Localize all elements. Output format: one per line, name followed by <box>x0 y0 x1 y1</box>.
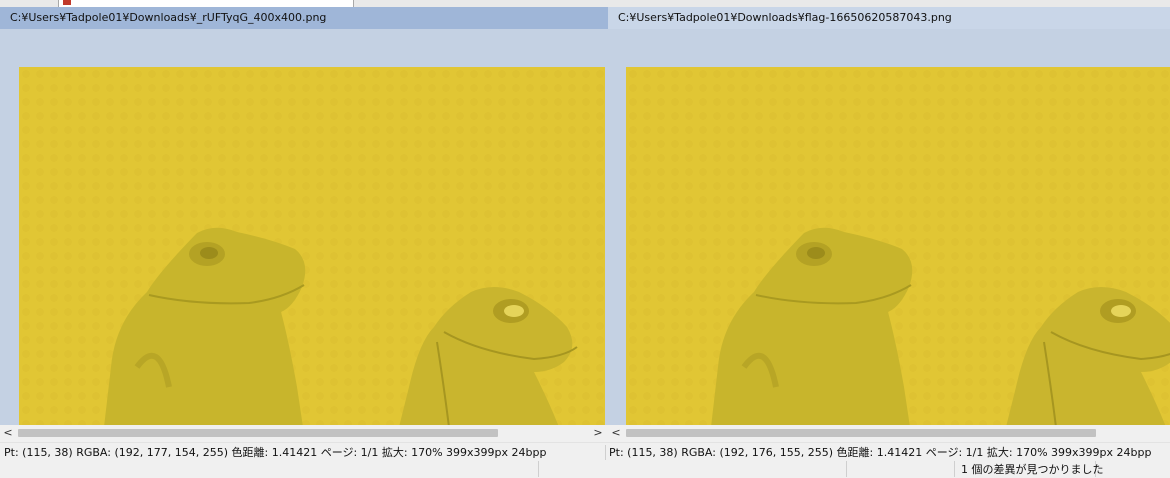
right-image-pane: C:¥Users¥Tadpole01¥Downloads¥flag-166506… <box>608 7 1170 442</box>
left-scroll-thumb[interactable] <box>18 429 498 437</box>
file-type-icon <box>63 0 71 5</box>
status-panel <box>538 461 539 477</box>
right-image-area: < <box>608 29 1170 442</box>
status-panel <box>954 461 955 477</box>
scroll-left-arrow[interactable]: < <box>609 426 623 440</box>
left-horizontal-scrollbar[interactable]: < > <box>0 425 608 442</box>
tab-strip <box>0 0 1170 7</box>
right-horizontal-scrollbar[interactable]: < <box>608 425 1170 442</box>
right-scroll-thumb[interactable] <box>626 429 1096 437</box>
scroll-left-arrow[interactable]: < <box>1 426 15 440</box>
scroll-right-arrow[interactable]: > <box>591 426 605 440</box>
right-file-path: C:¥Users¥Tadpole01¥Downloads¥flag-166506… <box>608 7 1170 29</box>
pixel-info-bar: Pt: (115, 38) RGBA: (192, 177, 154, 255)… <box>0 442 1170 462</box>
left-image-pane: C:¥Users¥Tadpole01¥Downloads¥_rUFTyqG_40… <box>0 7 608 442</box>
left-pixel-info: Pt: (115, 38) RGBA: (192, 177, 154, 255)… <box>4 446 547 459</box>
left-file-path: C:¥Users¥Tadpole01¥Downloads¥_rUFTyqG_40… <box>0 7 608 29</box>
right-image-viewport[interactable] <box>626 67 1170 425</box>
status-divider <box>605 445 606 460</box>
left-image-viewport[interactable] <box>19 67 605 425</box>
status-bar: 1 個の差異が見つかりました <box>0 461 1170 478</box>
left-image-area: < > <box>0 29 608 442</box>
left-frog-image <box>19 67 605 425</box>
difference-result-text: 1 個の差異が見つかりました <box>961 463 1104 476</box>
status-panel <box>846 461 847 477</box>
right-frog-image <box>626 67 1170 425</box>
file-tab[interactable] <box>58 0 354 7</box>
right-pixel-info: Pt: (115, 38) RGBA: (192, 176, 155, 255)… <box>609 446 1152 459</box>
